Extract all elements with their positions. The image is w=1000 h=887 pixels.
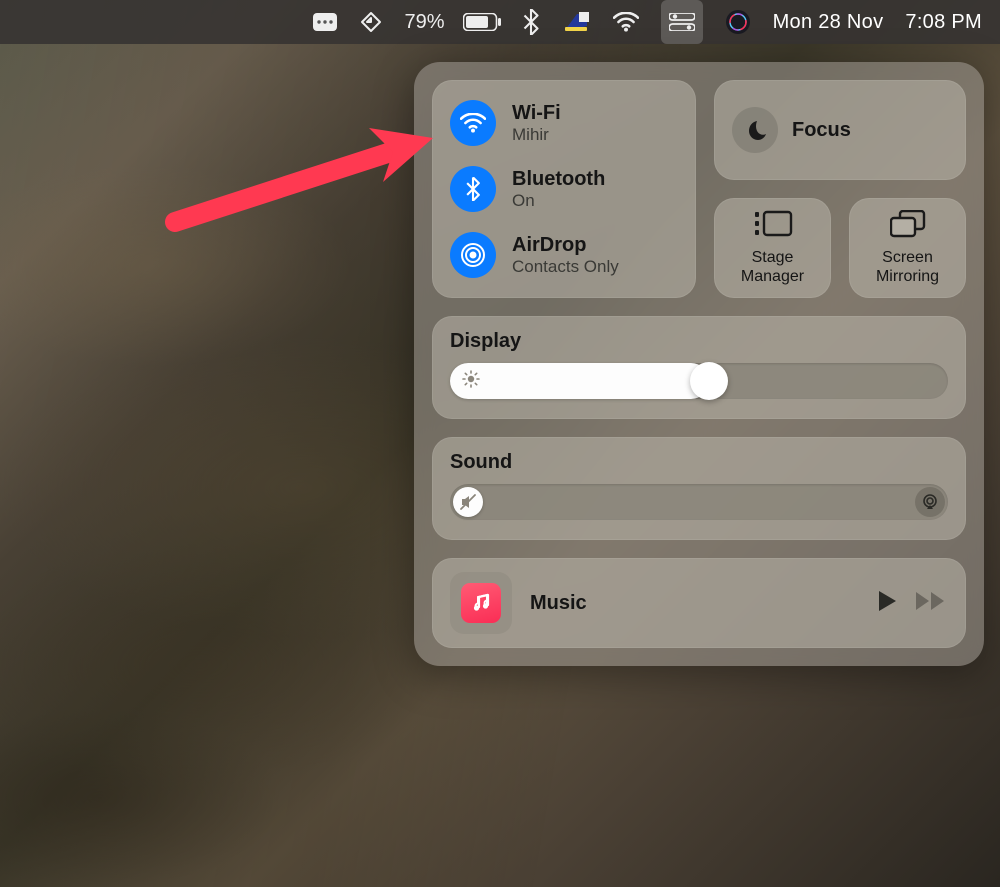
airplay-audio-button[interactable]: [915, 487, 945, 517]
sound-title: Sound: [450, 451, 948, 474]
connectivity-card: Wi-Fi Mihir Bluetooth On AirDrop: [432, 80, 696, 298]
stage-manager-button[interactable]: Stage Manager: [714, 198, 831, 298]
wifi-title: Wi-Fi: [512, 102, 561, 125]
display-slider[interactable]: [450, 363, 948, 399]
control-center-panel: Wi-Fi Mihir Bluetooth On AirDrop: [414, 62, 984, 666]
bluetooth-subtitle: On: [512, 191, 605, 211]
menubar-time[interactable]: 7:08 PM: [905, 11, 982, 34]
battery-percent: 79%: [405, 11, 445, 34]
menu-extra-icon[interactable]: [313, 0, 337, 44]
stage-manager-icon: [753, 210, 793, 243]
next-track-button[interactable]: [914, 590, 948, 617]
airdrop-icon: [450, 232, 496, 278]
bluetooth-title: Bluetooth: [512, 168, 605, 191]
airdrop-subtitle: Contacts Only: [512, 257, 619, 277]
sound-slider[interactable]: [450, 484, 948, 520]
control-center-icon[interactable]: [661, 0, 703, 44]
stage-manager-label-1: Stage: [752, 249, 794, 266]
music-card: Music: [432, 558, 966, 648]
siri-icon[interactable]: [725, 0, 751, 44]
menubar: 79% Mon 28 Nov 7:08 PM: [0, 0, 1000, 44]
wifi-toggle[interactable]: Wi-Fi Mihir: [450, 100, 678, 146]
screen-mirroring-icon: [890, 210, 926, 243]
bluetooth-toggle[interactable]: Bluetooth On: [450, 166, 678, 212]
focus-label: Focus: [792, 119, 851, 142]
moon-icon: [732, 107, 778, 153]
focus-toggle[interactable]: Focus: [714, 80, 966, 180]
wifi-subtitle: Mihir: [512, 125, 561, 145]
music-app-icon[interactable]: [450, 572, 512, 634]
speaker-muted-icon: [453, 487, 483, 517]
music-title: Music: [530, 592, 858, 615]
airdrop-toggle[interactable]: AirDrop Contacts Only: [450, 232, 678, 278]
menubar-date[interactable]: Mon 28 Nov: [773, 11, 884, 34]
wifi-icon[interactable]: [613, 0, 639, 44]
app-icon[interactable]: [561, 0, 591, 44]
wifi-icon: [450, 100, 496, 146]
screen-mirroring-button[interactable]: Screen Mirroring: [849, 198, 966, 298]
bluetooth-icon[interactable]: [523, 0, 539, 44]
raycast-icon[interactable]: [359, 0, 383, 44]
sound-card: Sound: [432, 437, 966, 540]
display-title: Display: [450, 330, 948, 353]
airdrop-title: AirDrop: [512, 234, 619, 257]
display-card: Display: [432, 316, 966, 419]
screen-mirroring-label-2: Mirroring: [876, 268, 939, 285]
bluetooth-icon: [450, 166, 496, 212]
battery-icon[interactable]: [463, 0, 501, 44]
brightness-icon: [462, 370, 480, 393]
play-button[interactable]: [876, 589, 898, 618]
stage-manager-label-2: Manager: [741, 268, 804, 285]
screen-mirroring-label-1: Screen: [882, 249, 933, 266]
